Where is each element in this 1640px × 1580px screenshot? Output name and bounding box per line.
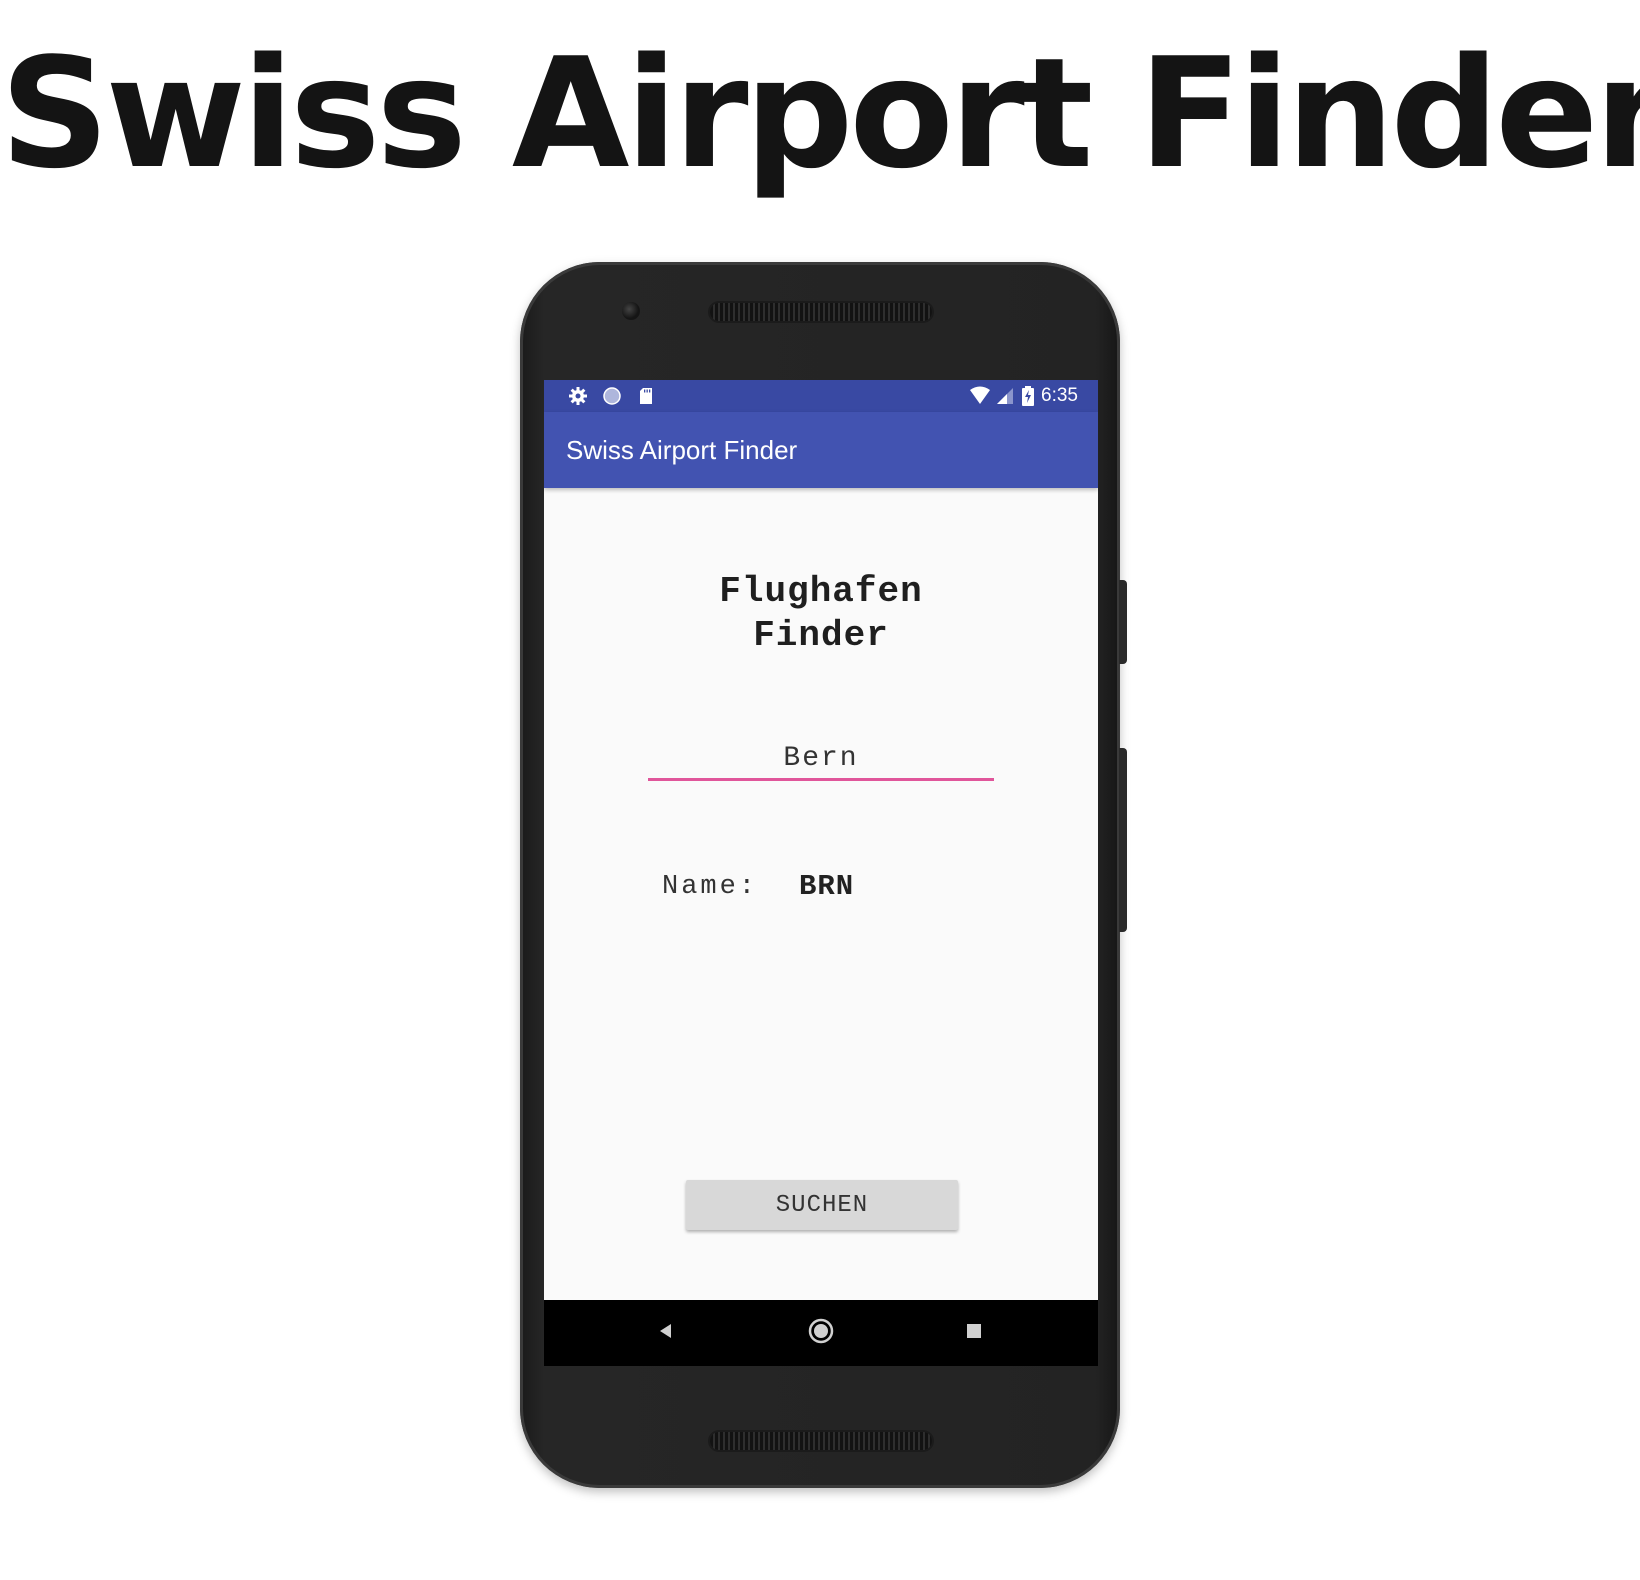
power-button [1119, 580, 1127, 664]
home-button[interactable] [805, 1317, 837, 1349]
back-icon [656, 1321, 676, 1346]
app-bar: Swiss Airport Finder [544, 412, 1098, 488]
navigation-bar [544, 1300, 1098, 1366]
airport-code-value: BRN [799, 870, 855, 903]
wifi-icon [969, 386, 991, 406]
content-heading-line2: Finder [753, 615, 889, 656]
battery-charging-icon [1021, 386, 1035, 406]
recents-icon [964, 1321, 984, 1346]
content-heading: Flughafen Finder [544, 570, 1098, 658]
sd-card-icon [636, 386, 656, 406]
settings-icon [568, 386, 588, 406]
content-heading-line1: Flughafen [719, 571, 923, 612]
city-input[interactable] [648, 738, 994, 781]
front-camera [622, 302, 640, 320]
status-time: 6:35 [1041, 385, 1078, 406]
result-label: Name: [662, 872, 759, 902]
bottom-speaker [710, 1432, 932, 1450]
sync-circle-icon [602, 386, 622, 406]
phone-screen: 6:35 Swiss Airport Finder Flughafen Find… [544, 380, 1098, 1366]
home-icon [807, 1317, 835, 1350]
back-button[interactable] [650, 1317, 682, 1349]
app-title: Swiss Airport Finder [566, 435, 798, 465]
status-notifications [568, 386, 656, 406]
status-bar: 6:35 [544, 380, 1098, 412]
cell-signal-icon [995, 386, 1015, 406]
search-button[interactable]: SUCHEN [686, 1180, 958, 1230]
status-system: 6:35 [969, 385, 1078, 407]
volume-button [1119, 748, 1127, 932]
top-speaker [710, 303, 932, 321]
page-heading: Swiss Airport Finder [0, 25, 1640, 202]
recents-button[interactable] [958, 1317, 990, 1349]
